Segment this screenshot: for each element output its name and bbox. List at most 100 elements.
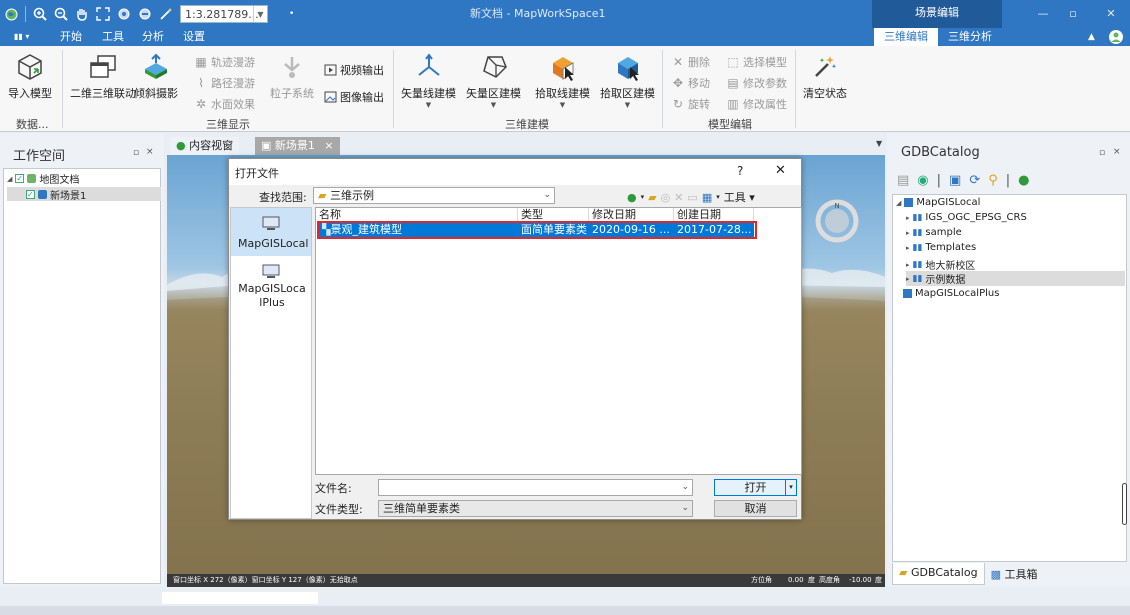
collapse-icon[interactable]: ◢ [7,175,12,183]
clear-state-button[interactable]: 清空状态 [803,52,847,101]
pick-line-model-button[interactable]: 拾取线建模 ▼ [535,52,590,109]
cancel-button[interactable]: 取消 [714,500,797,517]
properties-icon[interactable]: ▤ [897,173,909,188]
layer-icon[interactable] [117,7,131,21]
column-created[interactable]: 创建日期 [674,208,754,222]
open-button[interactable]: 打开 ▾ [714,479,797,496]
full-extent-icon[interactable] [96,7,110,21]
tab-settings[interactable]: 设置 [183,28,205,46]
new-folder-icon[interactable]: ▭ [687,191,697,204]
customize-qa-icon[interactable]: • [289,9,294,19]
chevron-down-icon[interactable]: ▼ [876,139,882,148]
new-window-icon[interactable]: ▣ [949,173,961,188]
chevron-down-icon[interactable]: ▼ [560,101,565,109]
expand-icon[interactable]: ▸ [906,229,910,237]
vector-area-model-button[interactable]: 矢量区建模 ▼ [466,52,521,109]
tab-3d-analysis[interactable]: 三维分析 [948,28,992,46]
filename-input[interactable]: ⌄ [378,479,693,496]
column-modified[interactable]: 修改日期 [589,208,674,222]
place-mapgislocal[interactable]: MapGISLocal [231,208,311,256]
chevron-down-icon[interactable]: ⌄ [543,188,551,203]
path-roam-button[interactable]: ⌇ 路径漫游 [194,75,255,91]
close-icon[interactable]: × [1113,147,1121,157]
tree-item-campus[interactable]: ▸ ▮▮ 地大新校区 [906,257,975,273]
track-roam-button[interactable]: ▦ 轨迹漫游 [194,54,255,70]
expand-icon[interactable]: ▸ [906,214,910,222]
help-button[interactable]: ? [737,164,743,178]
tree-item-igs[interactable]: ▸ ▮▮ IGS_OGC_EPSG_CRS [906,212,1027,223]
tab-start[interactable]: 开始 [60,28,82,46]
search-icon[interactable]: ◎ [661,191,671,204]
water-effect-button[interactable]: ✲ 水面效果 [194,96,255,112]
close-icon[interactable]: × [324,139,333,152]
tree-item-mapgislocalplus[interactable]: MapGISLocalPlus [903,288,999,299]
scale-combobox[interactable]: 1:3.281789... ▼ [180,5,268,23]
globe-icon[interactable] [4,7,18,21]
pin-icon[interactable]: ▫ [1099,148,1105,158]
scrollbar-thumb[interactable] [1122,483,1127,525]
chevron-down-icon[interactable]: ⌄ [681,501,689,516]
chevron-down-icon[interactable]: ⌄ [681,480,689,495]
tools-menu[interactable]: 工具 ▾ [724,189,755,205]
column-name[interactable]: 名称 [316,208,518,222]
tree-item-mapgislocal[interactable]: ◢ MapGISLocal [896,197,980,208]
search-icon[interactable]: ⚲ [988,173,998,188]
dialog-close-button[interactable]: ✕ [775,163,786,178]
delete-button[interactable]: ✕ 删除 [671,54,710,70]
image-output-button[interactable]: 图像输出 [323,89,384,105]
view-icon[interactable]: ▦ [702,191,712,204]
filetype-combobox[interactable]: 三维简单要素类 ⌄ [378,500,693,517]
user-icon[interactable] [1108,29,1124,47]
collapse-icon[interactable]: ◢ [896,199,901,207]
expand-icon[interactable]: ▸ [906,244,910,252]
maximize-button[interactable]: ▫ [1058,0,1088,28]
collapse-ribbon-icon[interactable]: ▲ [1088,28,1095,46]
magic-icon[interactable] [159,7,173,21]
checkbox-icon[interactable]: ✓ [26,189,35,199]
delete-icon[interactable]: ✕ [674,191,683,204]
look-in-combobox[interactable]: ▰ 三维示例 ⌄ [313,187,555,204]
column-type[interactable]: 类型 [518,208,589,222]
tree-item-sample[interactable]: ▸ ▮▮ sample [906,227,962,238]
pin-icon[interactable]: ▫ [133,148,139,158]
tab-tools[interactable]: 工具 [102,28,124,46]
tab-toolbox[interactable]: ▩ 工具箱 [985,563,1044,585]
pan-hand-icon[interactable] [75,7,89,21]
expand-icon[interactable]: ▸ [906,275,910,283]
close-button[interactable]: ✕ [1096,0,1126,28]
tab-content-view[interactable]: ● 内容视窗 [170,137,240,155]
select-model-button[interactable]: ⬚ 选择模型 [726,54,787,70]
video-output-button[interactable]: 视频输出 [323,62,384,78]
app-menu-button[interactable]: ▮▮ ▾ [14,28,29,46]
up-folder-icon[interactable]: ▰ [648,191,656,204]
refresh-icon[interactable]: ⟳ [969,173,980,188]
tree-item-map-doc[interactable]: ◢ ✓ 地图文档 [7,171,79,186]
move-button[interactable]: ✥ 移动 [671,75,710,91]
back-icon[interactable]: ● [627,191,637,204]
chevron-down-icon[interactable]: ▼ [426,101,431,109]
tab-gdb-catalog[interactable]: ▰ GDBCatalog [892,563,985,585]
refresh-icon[interactable] [138,7,152,21]
vector-line-model-button[interactable]: 矢量线建模 ▼ [401,52,456,109]
place-mapgislocalplus[interactable]: MapGISLocalPlus [231,260,311,316]
rotate-button[interactable]: ↻ 旋转 [671,96,710,112]
tree-item-scene[interactable]: ✓ 新场景1 [7,187,161,202]
tab-3d-edit[interactable]: 三维编辑 [874,28,938,46]
globe-icon[interactable]: ● [1018,173,1029,188]
tab-analysis[interactable]: 分析 [142,28,164,46]
particle-system-button[interactable]: 粒子系统 [270,52,314,101]
zoom-out-icon[interactable] [54,7,68,21]
linkage-2d3d-button[interactable]: 二维三维联动 [70,52,136,101]
expand-icon[interactable]: ▸ [906,261,910,269]
tree-item-templates[interactable]: ▸ ▮▮ Templates [906,242,976,253]
minimize-button[interactable]: — [1028,0,1058,28]
oblique-photo-button[interactable]: 倾斜摄影 [134,52,178,101]
chevron-down-icon[interactable]: ▼ [625,101,630,109]
tab-new-scene[interactable]: ▣ 新场景1 × [255,137,340,155]
zoom-in-icon[interactable] [33,7,47,21]
chevron-down-icon[interactable]: ▾ [641,193,645,201]
connect-icon[interactable]: ◉ [917,173,928,188]
modify-attrs-button[interactable]: ▥ 修改属性 [726,96,787,112]
chevron-down-icon[interactable]: ▼ [491,101,496,109]
navigation-compass[interactable]: N [815,199,859,246]
